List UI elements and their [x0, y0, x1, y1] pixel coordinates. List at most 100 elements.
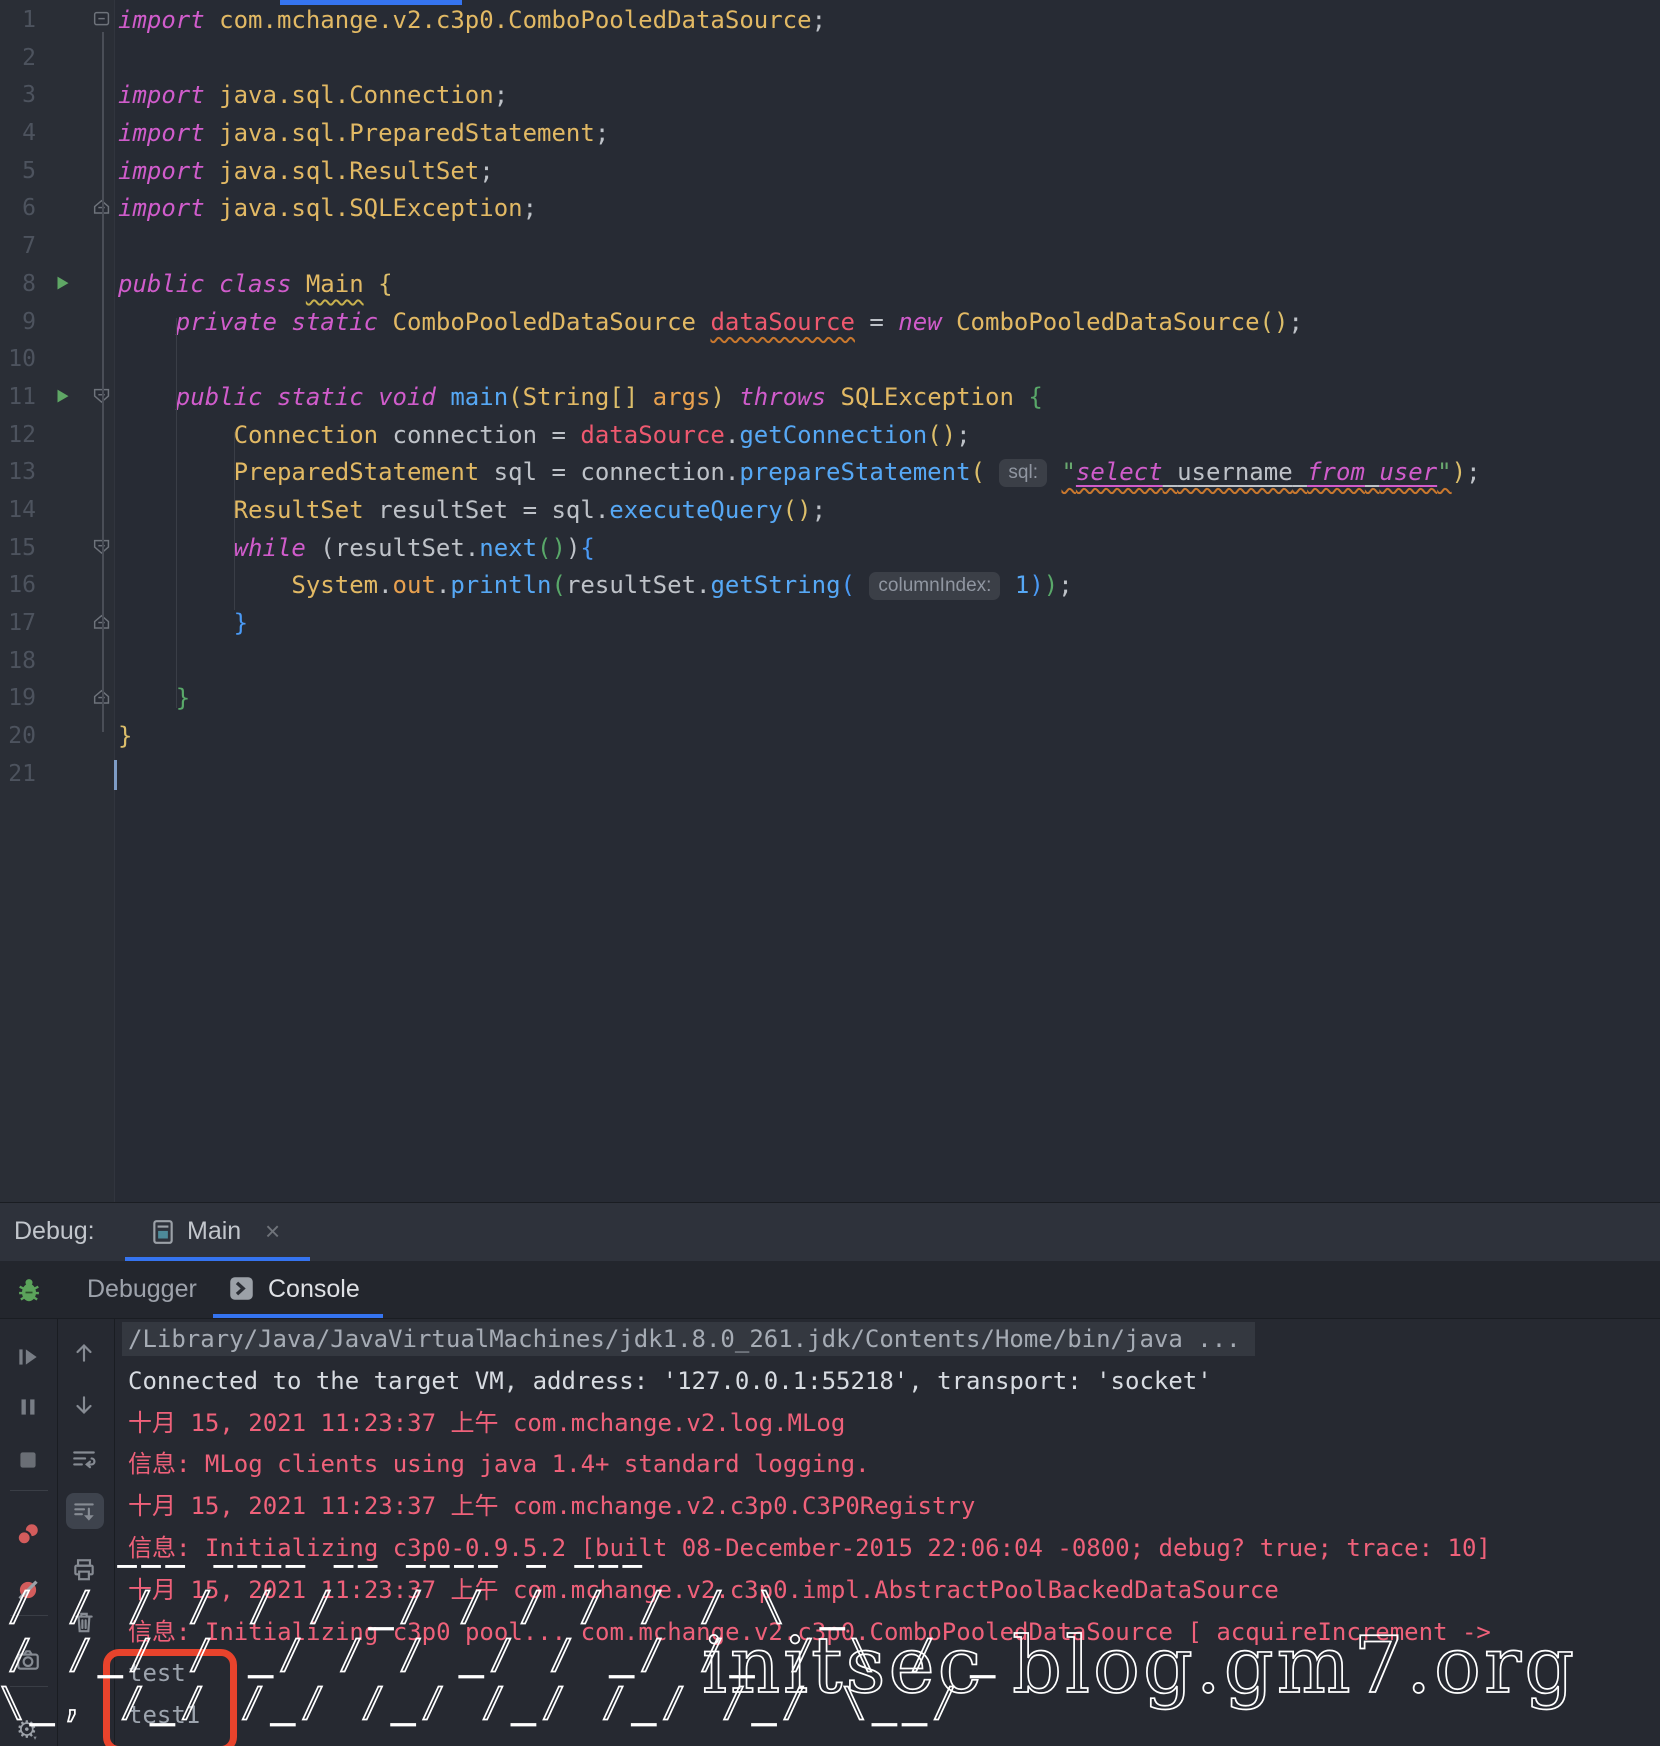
mute-breakpoints-icon[interactable]: [15, 1577, 41, 1603]
code-editor[interactable]: 123456789101112131415161718192021 import…: [0, 0, 1660, 1202]
tab-debugger[interactable]: Debugger: [87, 1275, 197, 1304]
run-line-icon[interactable]: [52, 273, 74, 295]
line-number: 10: [0, 341, 36, 379]
code-line: [118, 643, 1481, 681]
indent-guide: [176, 318, 177, 708]
console-output[interactable]: /Library/Java/JavaVirtualMachines/jdk1.8…: [128, 1319, 1658, 1737]
print-icon[interactable]: [71, 1557, 97, 1583]
code-line: import com.mchange.v2.c3p0.ComboPooledDa…: [118, 2, 1481, 40]
code-token: {: [580, 534, 594, 562]
line-number: 8: [0, 266, 36, 304]
code-token: PreparedStatement: [234, 458, 480, 486]
scroll-to-end-icon: [71, 1499, 97, 1525]
code-token: (: [841, 571, 855, 599]
line-number: 19: [0, 680, 36, 718]
clear-all-icon: [71, 1609, 97, 1635]
scroll-up-icon[interactable]: [71, 1339, 97, 1365]
code-token: ComboPooledDataSource: [393, 308, 711, 336]
line-number: 15: [0, 530, 36, 568]
code-token: ": [1061, 458, 1075, 486]
code-token: prepareStatement: [739, 458, 970, 486]
code-token: {: [1028, 383, 1042, 411]
console-line-text: 十月 15, 2021 11:23:37 上午 com.mchange.v2.c…: [128, 1576, 1279, 1604]
resume-icon[interactable]: [15, 1344, 41, 1370]
line-number: 13: [0, 454, 36, 492]
code-line: public class Main {: [118, 266, 1481, 304]
code-token: ;: [1058, 571, 1072, 599]
gutter-row: 12: [0, 417, 114, 455]
console-line: Connected to the target VM, address: '12…: [128, 1361, 1658, 1403]
ide-window: 123456789101112131415161718192021 import…: [0, 0, 1660, 1746]
console-line-text: 十月 15, 2021 11:23:37 上午 com.mchange.v2.l…: [128, 1409, 845, 1437]
code-line: ResultSet resultSet = sql.executeQuery()…: [118, 492, 1481, 530]
clear-all-icon[interactable]: [71, 1609, 97, 1635]
code-token: ;: [494, 81, 508, 109]
code-token: args: [653, 383, 711, 411]
scroll-down-icon[interactable]: [71, 1393, 97, 1419]
soft-wrap-icon: [71, 1446, 97, 1472]
annotation-highlight-box: [103, 1649, 237, 1746]
indent-guide: [234, 432, 235, 610]
code-line: [118, 228, 1481, 266]
code-line: public static void main(String[] args) t…: [118, 379, 1481, 417]
code-token: public static void: [176, 383, 451, 411]
gutter-row: 8: [0, 266, 114, 304]
code-token: [364, 270, 378, 298]
code-area[interactable]: import com.mchange.v2.c3p0.ComboPooledDa…: [118, 2, 1481, 793]
gutter-rows: 123456789101112131415161718192021: [0, 2, 114, 793]
code-token: {: [378, 270, 392, 298]
stop-icon[interactable]: [15, 1447, 41, 1473]
line-number: 17: [0, 605, 36, 643]
debug-label: Debug:: [14, 1217, 95, 1246]
code-token: user: [1379, 458, 1437, 486]
code-token: (: [508, 383, 522, 411]
code-token: ): [1452, 458, 1466, 486]
console-icon: [228, 1275, 255, 1302]
gutter-row: 19: [0, 680, 114, 718]
code-token: }: [234, 609, 248, 637]
code-token: java.sql.Connection: [205, 81, 494, 109]
debug-session-tab-main[interactable]: Main ×: [125, 1203, 310, 1261]
underlined-token-group: dataSource: [710, 308, 855, 336]
line-number: 3: [0, 77, 36, 115]
gutter-row: 20: [0, 718, 114, 756]
line-number: 1: [0, 2, 36, 40]
code-token: ;: [812, 496, 826, 524]
run-line-icon[interactable]: [52, 386, 74, 408]
settings-icon[interactable]: ⚙: [15, 1716, 41, 1742]
code-token: String: [523, 383, 610, 411]
code-token: (: [971, 458, 985, 486]
code-token: [1293, 458, 1307, 486]
code-token: System: [291, 571, 378, 599]
scroll-down-icon: [71, 1393, 97, 1419]
gutter-row: 7: [0, 228, 114, 266]
code-token: from: [1307, 458, 1365, 486]
code-token: dataSource: [580, 421, 725, 449]
code-token: ": [1437, 458, 1451, 486]
code-line: [118, 341, 1481, 379]
gutter-row: 16: [0, 567, 114, 605]
code-token: (): [783, 496, 812, 524]
pause-icon[interactable]: [15, 1394, 41, 1420]
code-token: }: [176, 684, 190, 712]
console-line-text: /Library/Java/JavaVirtualMachines/jdk1.8…: [122, 1322, 1255, 1356]
code-token: ): [710, 383, 724, 411]
thread-dump-icon[interactable]: [15, 1647, 41, 1673]
code-token: out: [393, 571, 436, 599]
code-token: (): [537, 534, 566, 562]
line-number: 21: [0, 756, 36, 794]
soft-wrap-icon[interactable]: [71, 1446, 97, 1472]
close-icon[interactable]: ×: [265, 1216, 280, 1247]
fold-marker-icon[interactable]: [91, 9, 113, 31]
code-token: [725, 383, 739, 411]
code-token: ;: [523, 194, 537, 222]
line-number: 6: [0, 190, 36, 228]
code-token: [118, 571, 291, 599]
code-token: (: [306, 534, 335, 562]
code-token: while: [234, 534, 306, 562]
scroll-to-end-icon[interactable]: [71, 1499, 97, 1525]
code-token: Main: [306, 270, 364, 298]
view-breakpoints-icon[interactable]: [15, 1521, 41, 1547]
code-token: [118, 684, 176, 712]
code-token: main: [450, 383, 508, 411]
